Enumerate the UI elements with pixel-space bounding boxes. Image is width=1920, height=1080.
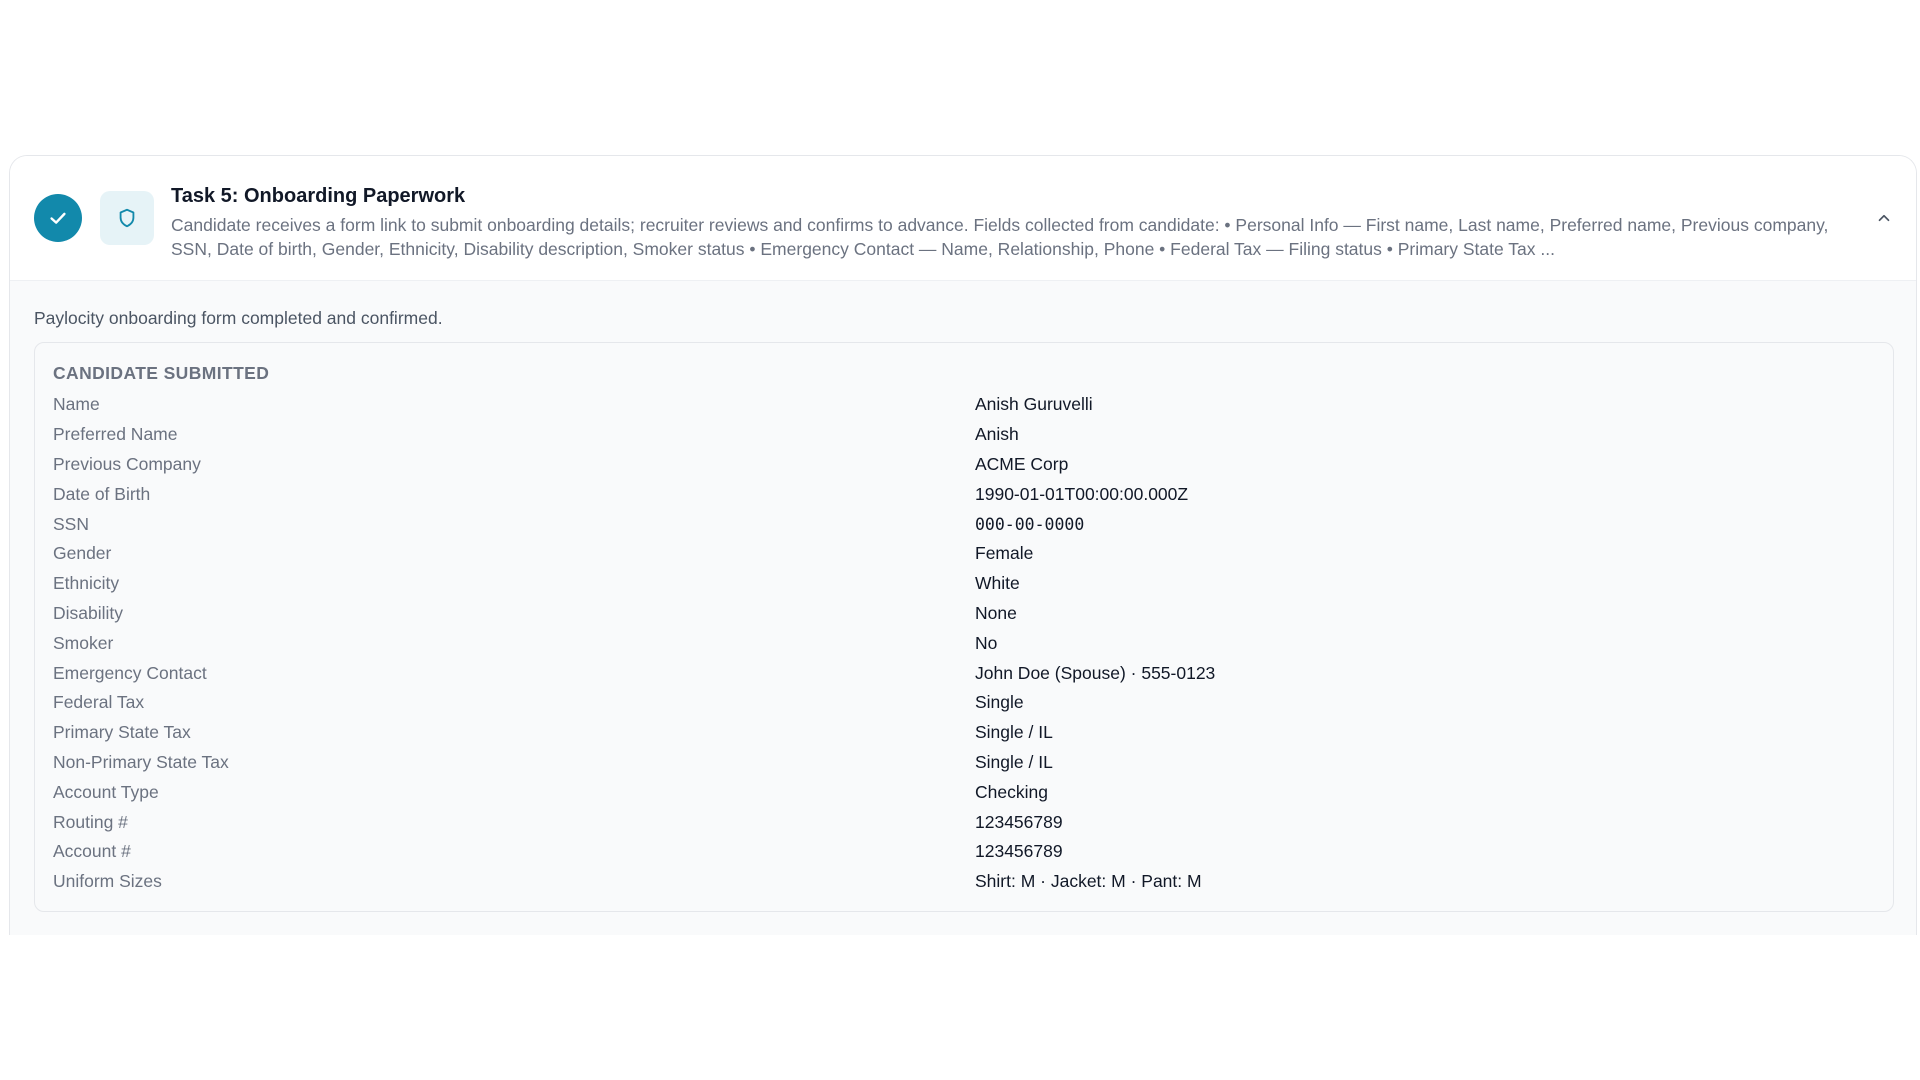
field-row-gender: Gender Female (53, 539, 1875, 569)
section-heading: CANDIDATE SUBMITTED (53, 363, 270, 383)
field-label: Account # (53, 841, 131, 862)
field-row-date-of-birth: Date of Birth 1990-01-01T00:00:00.000Z (53, 479, 1875, 509)
field-label: Disability (53, 602, 124, 623)
field-label: Gender (53, 543, 112, 564)
field-label: Previous Company (53, 453, 201, 474)
field-value: Single (975, 692, 1024, 713)
field-label: Date of Birth (53, 483, 151, 504)
field-value: Shirt: M · Jacket: M · Pant: M (975, 871, 1202, 892)
field-value: Female (975, 543, 1034, 564)
field-label: Name (53, 394, 100, 415)
task-type-icon-box (100, 191, 154, 245)
field-row-emergency-contact: Emergency Contact John Doe (Spouse) · 55… (53, 658, 1875, 688)
field-value: No (975, 632, 998, 653)
check-icon (50, 212, 66, 224)
field-label: Ethnicity (53, 573, 120, 594)
task-title: Task 5: Onboarding Paperwork (171, 185, 466, 207)
field-row-uniform-sizes: Uniform Sizes Shirt: M · Jacket: M · Pan… (53, 867, 1875, 897)
field-value: 123456789 (975, 811, 1063, 832)
field-row-preferred-name: Preferred Name Anish (53, 420, 1875, 450)
shield-icon (119, 208, 135, 228)
task-card: Task 5: Onboarding Paperwork Candidate r… (9, 155, 1917, 935)
field-label: Uniform Sizes (53, 871, 162, 892)
task-header-text: Task 5: Onboarding Paperwork Candidate r… (171, 182, 1861, 261)
field-row-account-type: Account Type Checking (53, 777, 1875, 807)
task-description: Candidate receives a form link to submit… (171, 215, 1829, 259)
field-row-non-primary-state-tax: Non-Primary State Tax Single / IL (53, 748, 1875, 778)
field-value: 1990-01-01T00:00:00.000Z (975, 483, 1189, 504)
field-value: None (975, 602, 1017, 623)
task-summary: Paylocity onboarding form completed and … (34, 308, 443, 328)
field-label: Account Type (53, 781, 159, 802)
task-card-body: Paylocity onboarding form completed and … (10, 281, 1916, 935)
field-value: ACME Corp (975, 453, 1069, 474)
field-value: Single / IL (975, 751, 1053, 772)
field-row-account-number: Account # 123456789 (53, 837, 1875, 867)
field-label: Federal Tax (53, 692, 145, 713)
field-label: Non-Primary State Tax (53, 751, 229, 772)
completed-status-badge (34, 194, 82, 242)
field-value: 000-00-0000 (975, 514, 1085, 534)
field-row-ssn: SSN 000-00-0000 (53, 509, 1875, 539)
field-row-name: Name Anish Guruvelli (53, 390, 1875, 420)
task-card-header[interactable]: Task 5: Onboarding Paperwork Candidate r… (10, 156, 1916, 281)
field-label: Emergency Contact (53, 662, 207, 683)
field-row-previous-company: Previous Company ACME Corp (53, 450, 1875, 480)
field-row-primary-state-tax: Primary State Tax Single / IL (53, 718, 1875, 748)
chevron-up-icon (1878, 214, 1890, 222)
field-row-routing-number: Routing # 123456789 (53, 807, 1875, 837)
field-row-ethnicity: Ethnicity White (53, 569, 1875, 599)
collapse-toggle[interactable] (1874, 208, 1894, 228)
field-value: Single / IL (975, 722, 1053, 743)
field-value: White (975, 573, 1020, 594)
field-value: 123456789 (975, 841, 1063, 862)
field-row-smoker: Smoker No (53, 628, 1875, 658)
field-label: SSN (53, 513, 89, 534)
field-value: Anish (975, 424, 1019, 445)
field-value: John Doe (Spouse) · 555-0123 (975, 662, 1216, 683)
field-label: Preferred Name (53, 424, 178, 445)
candidate-submitted-panel: CANDIDATE SUBMITTED Name Anish Guruvelli… (34, 342, 1894, 912)
field-value: Checking (975, 781, 1048, 802)
field-row-disability: Disability None (53, 599, 1875, 629)
field-label: Routing # (53, 811, 128, 832)
field-row-federal-tax: Federal Tax Single (53, 688, 1875, 718)
field-value: Anish Guruvelli (975, 394, 1093, 415)
field-label: Primary State Tax (53, 722, 191, 743)
field-label: Smoker (53, 632, 114, 653)
